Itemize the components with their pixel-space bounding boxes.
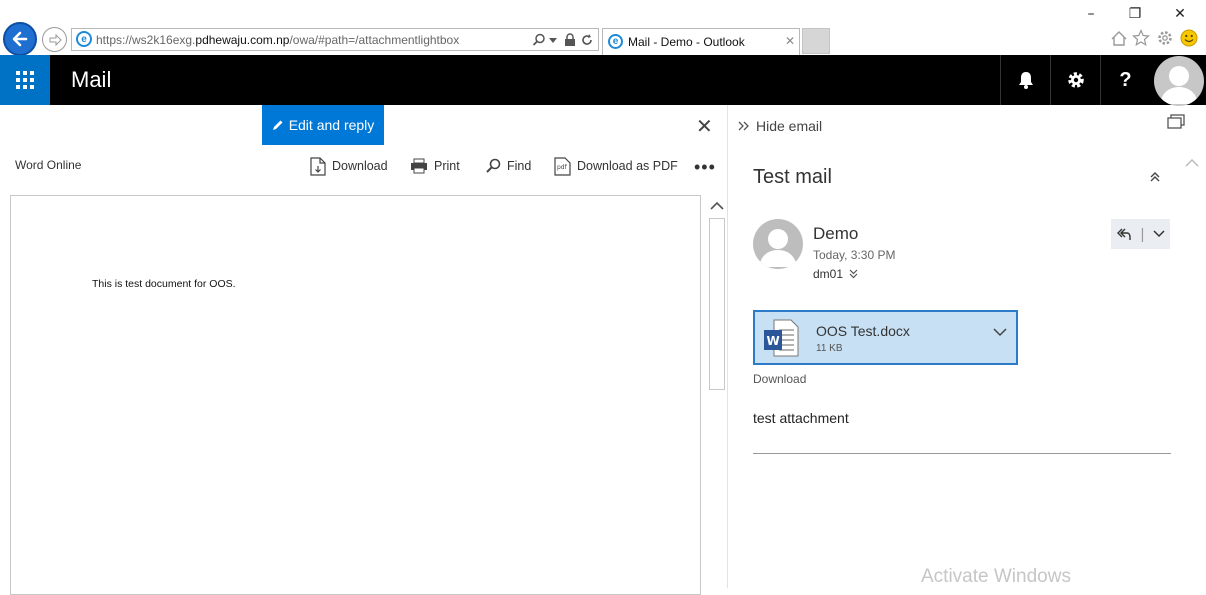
waffle-dot xyxy=(23,78,27,82)
word-document-icon: W xyxy=(764,319,799,357)
tab-title: Mail - Demo - Outlook xyxy=(628,35,745,49)
email-body: test attachment xyxy=(753,410,849,426)
waffle-dot xyxy=(23,71,27,75)
close-window-button[interactable]: ✕ xyxy=(1165,4,1195,24)
url-text: https://ws2k16exg.pdhewaju.com.np/owa/#p… xyxy=(96,33,460,47)
sender-avatar[interactable] xyxy=(753,219,803,269)
attachment-name: OOS Test.docx xyxy=(816,323,910,339)
back-arrow-icon xyxy=(12,31,28,47)
hide-email-button[interactable]: Hide email xyxy=(738,118,822,134)
search-icon xyxy=(486,158,501,173)
notifications-button[interactable] xyxy=(1000,55,1050,105)
help-button[interactable]: ? xyxy=(1100,55,1150,105)
download-button[interactable]: Download xyxy=(310,155,388,177)
pane-divider xyxy=(727,105,728,588)
back-button[interactable] xyxy=(3,22,37,56)
waffle-dot xyxy=(16,85,20,89)
print-label: Print xyxy=(434,159,460,173)
waffle-dot xyxy=(16,71,20,75)
person-silhouette-icon xyxy=(759,229,797,267)
double-chevron-right-icon xyxy=(738,121,749,131)
recipient[interactable]: dm01 xyxy=(813,267,858,281)
hide-email-label: Hide email xyxy=(756,118,823,134)
tab-favicon-icon: e xyxy=(608,34,623,49)
email-subject: Test mail xyxy=(753,166,832,188)
find-label: Find xyxy=(507,159,532,173)
browser-tab[interactable]: e Mail - Demo - Outlook ✕ xyxy=(602,28,800,55)
waffle-dot xyxy=(23,85,27,89)
pdf-file-icon: pdf xyxy=(554,156,571,176)
word-online-label: Word Online xyxy=(15,158,82,172)
popout-window-icon[interactable] xyxy=(1167,114,1185,130)
tab-close-icon[interactable]: ✕ xyxy=(785,34,795,48)
recipient-name: dm01 xyxy=(813,267,844,281)
print-button[interactable]: Print xyxy=(410,155,460,177)
waffle-dot xyxy=(16,78,20,82)
download-as-pdf-label: Download as PDF xyxy=(577,159,678,173)
more-options-button[interactable]: ••• xyxy=(694,157,716,178)
download-label: Download xyxy=(332,159,388,173)
tools-gear-icon[interactable] xyxy=(1156,29,1174,47)
settings-button[interactable] xyxy=(1050,55,1100,105)
gear-icon xyxy=(1067,72,1084,88)
edit-and-reply-button[interactable]: Edit and reply xyxy=(262,105,384,145)
waffle-dot xyxy=(30,71,34,75)
forward-button[interactable] xyxy=(42,27,67,52)
dropdown-arrow-icon[interactable] xyxy=(549,38,557,43)
chevron-down-icon[interactable] xyxy=(1153,230,1166,238)
forward-arrow-icon xyxy=(49,33,62,46)
waffle-dot xyxy=(30,85,34,89)
new-tab-button[interactable] xyxy=(802,28,830,54)
close-viewer-button[interactable]: ✕ xyxy=(696,114,713,138)
svg-text:W: W xyxy=(767,334,780,348)
reply-separator: | xyxy=(1140,225,1145,243)
minimize-button[interactable]: – xyxy=(1076,4,1106,24)
feedback-smiley-icon[interactable] xyxy=(1180,29,1198,47)
activate-windows-watermark: Activate Windows xyxy=(921,566,1071,587)
document-scroll-thumb[interactable] xyxy=(709,218,725,390)
ie-page-icon: e xyxy=(76,31,92,47)
printer-icon xyxy=(411,158,427,174)
document-download-icon xyxy=(310,156,326,176)
pencil-icon xyxy=(272,120,283,130)
double-chevron-up-icon[interactable] xyxy=(1148,170,1162,184)
restore-button[interactable]: ❐ xyxy=(1120,4,1150,24)
scroll-up-arrow-icon[interactable] xyxy=(1185,158,1199,167)
document-text: This is test document for OOS. xyxy=(92,278,236,290)
sender-name[interactable]: Demo xyxy=(813,224,858,244)
document-page: This is test document for OOS. xyxy=(10,195,701,595)
scroll-up-arrow-icon[interactable] xyxy=(710,201,724,210)
find-button[interactable]: Find xyxy=(485,155,531,177)
download-as-pdf-button[interactable]: pdf Download as PDF xyxy=(554,155,678,177)
user-avatar[interactable] xyxy=(1154,56,1204,106)
edit-and-reply-label: Edit and reply xyxy=(288,117,375,133)
app-header: Mail ? xyxy=(0,55,1206,106)
double-chevron-down-icon xyxy=(849,269,858,279)
attachment-card[interactable]: W OOS Test.docx 11 KB xyxy=(753,310,1018,365)
browser-chrome: – ❐ ✕ e https://ws2k16exg.pdhewaju.com.n… xyxy=(0,0,1206,56)
app-title: Mail xyxy=(71,67,112,92)
bell-icon xyxy=(1018,72,1033,89)
attachment-download-link[interactable]: Download xyxy=(753,372,806,386)
person-silhouette-icon xyxy=(1160,66,1198,104)
home-icon[interactable] xyxy=(1110,30,1128,47)
reply-actions: | xyxy=(1111,219,1170,249)
refresh-icon[interactable] xyxy=(580,33,594,47)
sent-time: Today, 3:30 PM xyxy=(813,248,896,262)
svg-text:pdf: pdf xyxy=(557,164,568,171)
search-icon[interactable] xyxy=(532,33,546,47)
lock-icon[interactable] xyxy=(564,33,576,47)
address-bar[interactable]: e https://ws2k16exg.pdhewaju.com.np/owa/… xyxy=(71,28,599,51)
app-launcher-button[interactable] xyxy=(0,55,50,105)
chevron-down-icon[interactable] xyxy=(993,328,1007,337)
waffle-dot xyxy=(30,78,34,82)
body-divider xyxy=(753,453,1171,454)
reply-all-icon[interactable] xyxy=(1116,226,1132,242)
attachment-size: 11 KB xyxy=(816,343,843,354)
favorites-star-icon[interactable] xyxy=(1132,29,1150,47)
